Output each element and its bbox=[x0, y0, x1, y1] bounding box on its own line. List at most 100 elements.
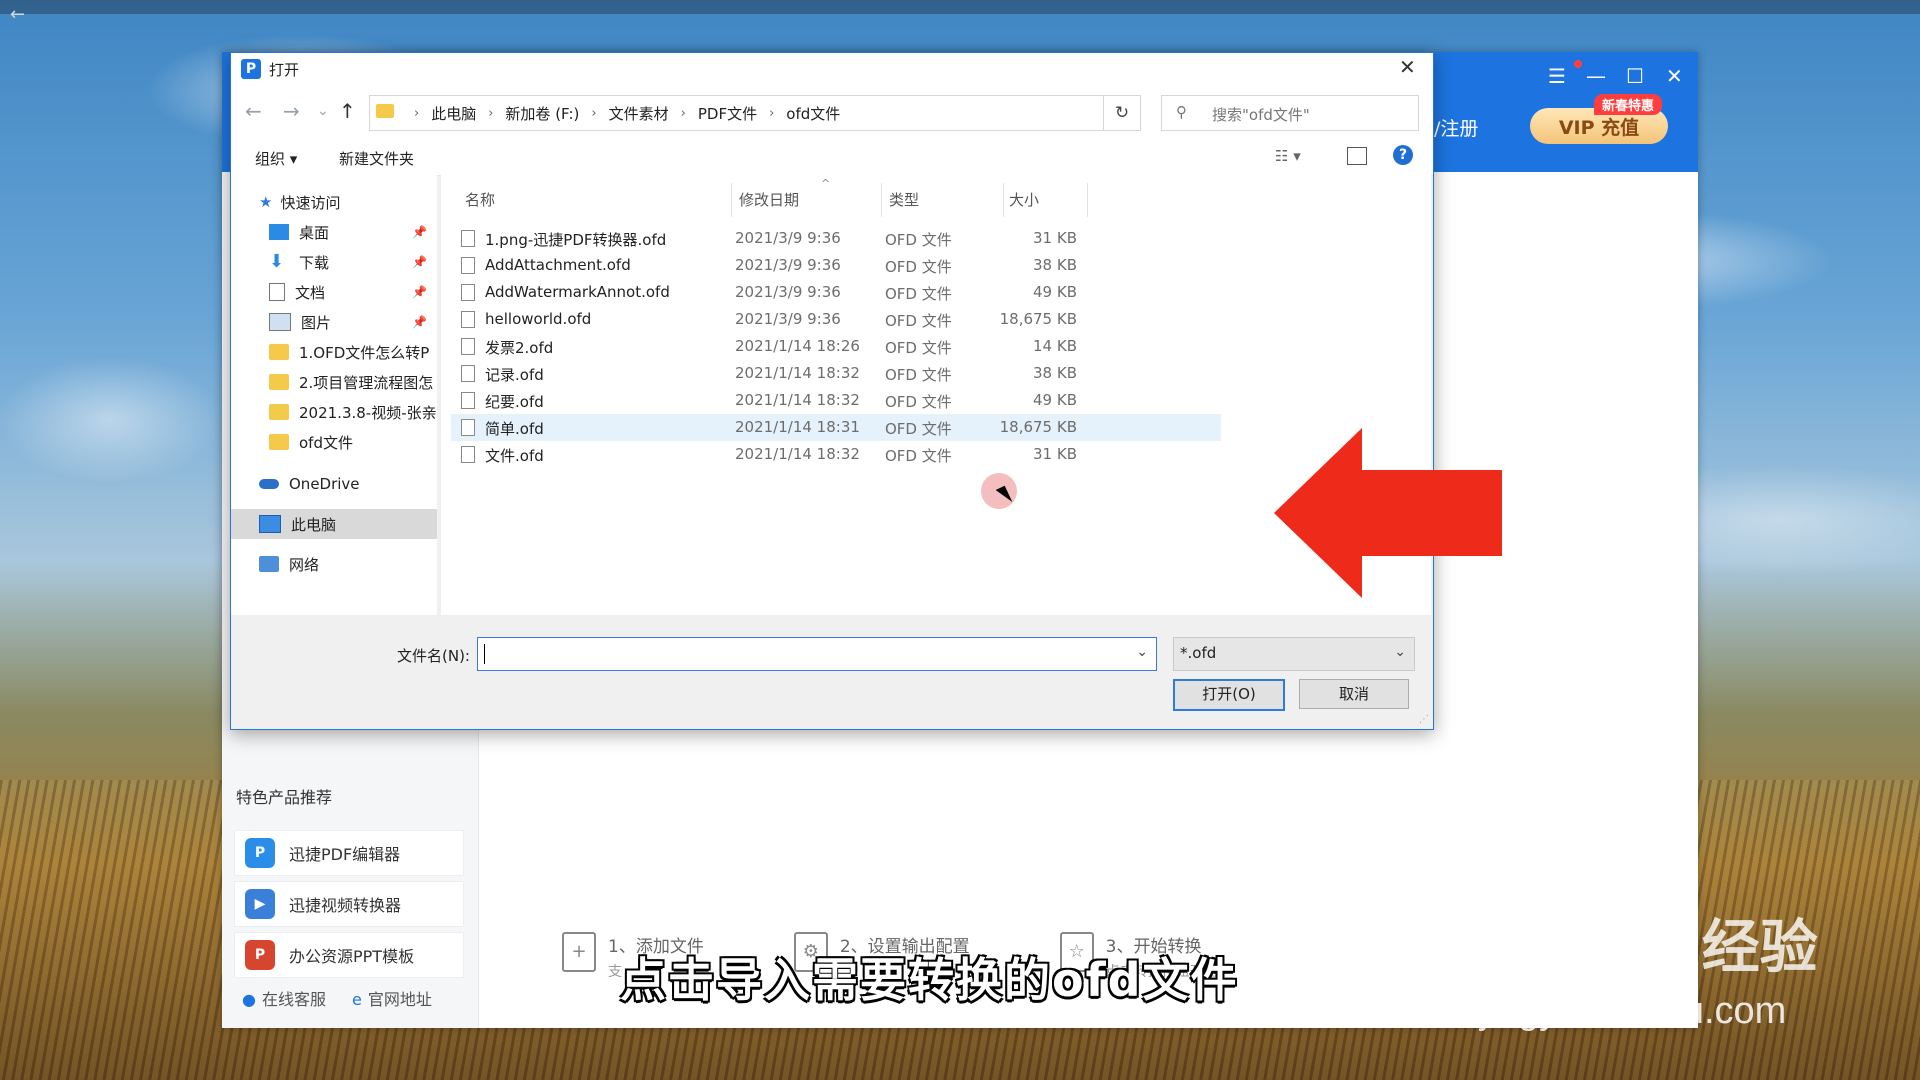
navigation-bar: ← → ⌄ ↑ › 此电脑 › 新加卷 (F:) › 文件素材 › PDF文件 … bbox=[231, 85, 1433, 139]
column-header-size[interactable]: 大小 bbox=[1009, 189, 1039, 210]
file-type: OFD 文件 bbox=[885, 393, 952, 411]
folder-icon bbox=[376, 104, 394, 118]
breadcrumb-this-pc[interactable]: 此电脑 bbox=[431, 103, 476, 124]
chevron-right-icon: › bbox=[680, 106, 686, 121]
login-register-link[interactable]: /注册 bbox=[1434, 114, 1478, 141]
column-divider[interactable] bbox=[731, 183, 732, 217]
document-icon bbox=[269, 283, 285, 301]
forward-icon[interactable]: → bbox=[283, 99, 300, 123]
chevron-right-icon: › bbox=[414, 106, 420, 121]
chevron-right-icon: › bbox=[488, 106, 494, 121]
recent-locations-icon[interactable]: ⌄ bbox=[317, 103, 329, 119]
nav-folder-ofd-convert[interactable]: 1.OFD文件怎么转P bbox=[231, 337, 437, 367]
column-divider[interactable] bbox=[881, 183, 882, 217]
close-icon[interactable]: ✕ bbox=[1399, 55, 1416, 79]
column-header-name[interactable]: 名称 bbox=[465, 189, 495, 210]
nav-folder-ofd[interactable]: ofd文件 bbox=[231, 427, 437, 457]
file-name: 文件.ofd bbox=[485, 447, 544, 465]
file-icon bbox=[461, 311, 475, 328]
file-name: AddWatermarkAnnot.ofd bbox=[485, 283, 670, 301]
open-button[interactable]: 打开(O) bbox=[1173, 679, 1285, 711]
file-row[interactable]: AddWatermarkAnnot.ofd 2021/3/9 9:36 OFD … bbox=[451, 279, 1221, 306]
file-size: 31 KB bbox=[1033, 445, 1077, 463]
file-icon bbox=[461, 419, 475, 436]
text-caret bbox=[484, 644, 485, 664]
menu-icon[interactable]: ☰ bbox=[1548, 64, 1566, 88]
file-row[interactable]: 发票2.ofd 2021/1/14 18:26 OFD 文件 14 KB bbox=[451, 333, 1221, 360]
nav-folder-video[interactable]: 2021.3.8-视频-张亲 bbox=[231, 397, 437, 427]
file-type: OFD 文件 bbox=[885, 447, 952, 465]
filename-label: 文件名(N): bbox=[397, 647, 470, 665]
nav-label: 网络 bbox=[289, 555, 320, 574]
product-pdf-editor[interactable]: P 迅捷PDF编辑器 bbox=[234, 830, 464, 876]
app-close-icon[interactable]: ✕ bbox=[1666, 64, 1683, 88]
browser-icon: e bbox=[351, 990, 362, 1009]
file-row-hovered[interactable]: 简单.ofd 2021/1/14 18:31 OFD 文件 18,675 KB bbox=[451, 414, 1221, 441]
nav-folder-project-flow[interactable]: 2.项目管理流程图怎 bbox=[231, 367, 437, 397]
file-row[interactable]: 纪要.ofd 2021/1/14 18:32 OFD 文件 49 KB bbox=[451, 387, 1221, 414]
user-icon: ● bbox=[242, 990, 256, 1009]
new-folder-button[interactable]: 新建文件夹 bbox=[339, 148, 414, 169]
breadcrumb-drive[interactable]: 新加卷 (F:) bbox=[505, 103, 579, 124]
file-row[interactable]: 记录.ofd 2021/1/14 18:32 OFD 文件 38 KB bbox=[451, 360, 1221, 387]
nav-quick-access[interactable]: ★ 快速访问 bbox=[231, 187, 437, 217]
website-label: 官网地址 bbox=[367, 990, 432, 1009]
nav-downloads[interactable]: ⬇ 下载 📌 bbox=[231, 247, 437, 277]
nav-this-pc[interactable]: 此电脑 bbox=[231, 509, 437, 539]
website-link[interactable]: e 官网地址 bbox=[352, 986, 432, 1010]
file-date: 2021/1/14 18:32 bbox=[735, 364, 860, 382]
address-bar[interactable]: › 此电脑 › 新加卷 (F:) › 文件素材 › PDF文件 › ofd文件 … bbox=[369, 95, 1133, 131]
watermark-url: jingyan.baidu.com bbox=[1480, 990, 1787, 1032]
refresh-button[interactable]: ↻ bbox=[1103, 95, 1141, 131]
product-ppt-template[interactable]: P 办公资源PPT模板 bbox=[234, 932, 464, 978]
online-support-link[interactable]: ● 在线客服 bbox=[242, 986, 326, 1010]
view-options-icon[interactable]: ☷ ▾ bbox=[1275, 147, 1301, 165]
breadcrumb-ofd[interactable]: ofd文件 bbox=[786, 103, 840, 124]
search-box[interactable]: ⚲ 搜索"ofd文件" bbox=[1161, 95, 1419, 131]
column-divider[interactable] bbox=[1087, 183, 1088, 217]
help-icon[interactable]: ? bbox=[1393, 145, 1413, 165]
desktop-icon bbox=[269, 224, 289, 240]
preview-pane-icon[interactable] bbox=[1347, 147, 1367, 165]
filename-field[interactable]: ⌄ bbox=[477, 637, 1157, 671]
nav-desktop[interactable]: 桌面 📌 bbox=[231, 217, 437, 247]
folder-icon bbox=[269, 404, 289, 420]
column-header-type[interactable]: 类型 bbox=[889, 189, 919, 210]
pc-icon bbox=[259, 515, 281, 533]
file-date: 2021/1/14 18:32 bbox=[735, 391, 860, 409]
maximize-icon[interactable]: ☐ bbox=[1626, 64, 1644, 88]
back-arrow-icon[interactable]: ← bbox=[10, 4, 25, 25]
nav-onedrive[interactable]: OneDrive bbox=[231, 469, 437, 499]
app-logo-icon: P bbox=[241, 59, 261, 79]
column-header-date[interactable]: 修改日期 bbox=[739, 189, 799, 210]
file-size: 38 KB bbox=[1033, 364, 1077, 382]
chevron-down-icon[interactable]: ⌄ bbox=[1136, 644, 1148, 660]
back-icon[interactable]: ← bbox=[245, 99, 262, 123]
up-icon[interactable]: ↑ bbox=[339, 99, 356, 123]
filetype-select[interactable]: *.ofd ⌄ bbox=[1173, 637, 1415, 671]
cancel-button[interactable]: 取消 bbox=[1299, 679, 1409, 709]
resize-grip-icon[interactable]: ⋰ bbox=[1419, 714, 1429, 725]
product-video-converter[interactable]: ▶ 迅捷视频转换器 bbox=[234, 881, 464, 927]
file-row[interactable]: helloworld.ofd 2021/3/9 9:36 OFD 文件 18,6… bbox=[451, 306, 1221, 333]
video-subtitle: 点击导入需要转换的ofd文件 bbox=[620, 953, 1239, 1007]
file-row[interactable]: AddAttachment.ofd 2021/3/9 9:36 OFD 文件 3… bbox=[451, 252, 1221, 279]
online-support-label: 在线客服 bbox=[261, 990, 326, 1009]
organize-button[interactable]: 组织 ▾ bbox=[255, 148, 297, 169]
breadcrumb: › 此电脑 › 新加卷 (F:) › 文件素材 › PDF文件 › ofd文件 bbox=[402, 103, 840, 124]
video-converter-icon: ▶ bbox=[245, 889, 275, 919]
breadcrumb-pdf[interactable]: PDF文件 bbox=[698, 103, 757, 124]
nav-documents[interactable]: 文档 📌 bbox=[231, 277, 437, 307]
file-row[interactable]: 文件.ofd 2021/1/14 18:32 OFD 文件 31 KB bbox=[451, 441, 1221, 468]
product-label: 办公资源PPT模板 bbox=[289, 947, 415, 966]
nav-pictures[interactable]: 图片 📌 bbox=[231, 307, 437, 337]
file-row[interactable]: 1.png-迅捷PDF转换器.ofd 2021/3/9 9:36 OFD 文件 … bbox=[451, 225, 1221, 252]
nav-network[interactable]: 网络 bbox=[231, 549, 437, 579]
breadcrumb-materials[interactable]: 文件素材 bbox=[609, 103, 669, 124]
minimize-icon[interactable]: — bbox=[1586, 64, 1606, 88]
file-size: 18,675 KB bbox=[999, 310, 1077, 328]
dialog-titlebar: P 打开 ✕ bbox=[231, 53, 1433, 85]
column-divider[interactable] bbox=[1003, 183, 1004, 217]
chevron-right-icon: › bbox=[769, 106, 775, 121]
pdf-editor-icon: P bbox=[245, 838, 275, 868]
